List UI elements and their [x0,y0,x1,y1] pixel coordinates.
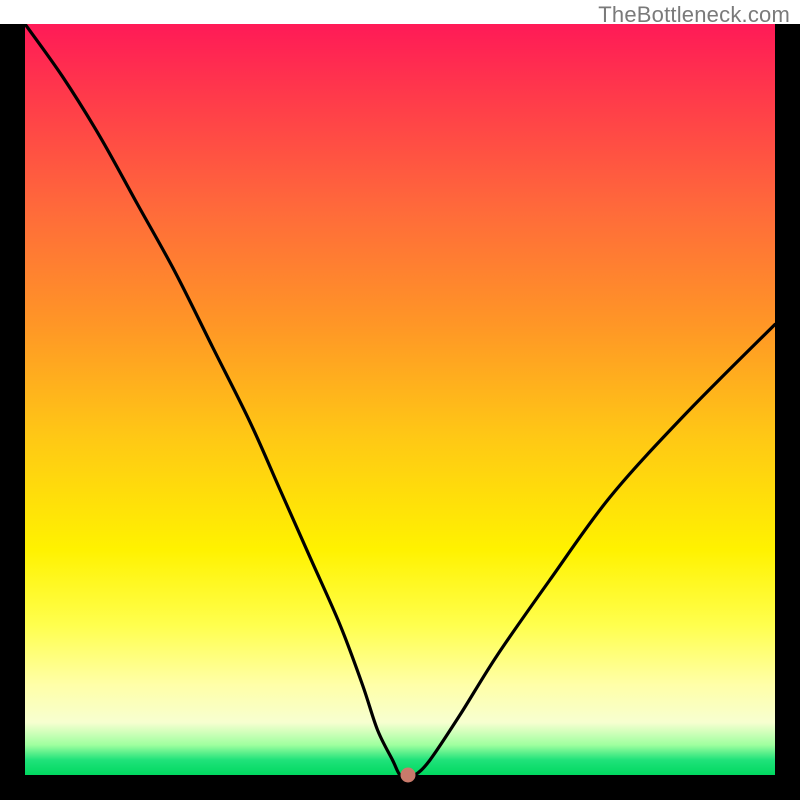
bottleneck-curve [25,24,775,775]
watermark-text: TheBottleneck.com [598,2,790,28]
plot-area [25,24,775,775]
optimal-point-marker [400,768,415,783]
chart-container: TheBottleneck.com [0,0,800,800]
plot-frame [0,24,800,800]
